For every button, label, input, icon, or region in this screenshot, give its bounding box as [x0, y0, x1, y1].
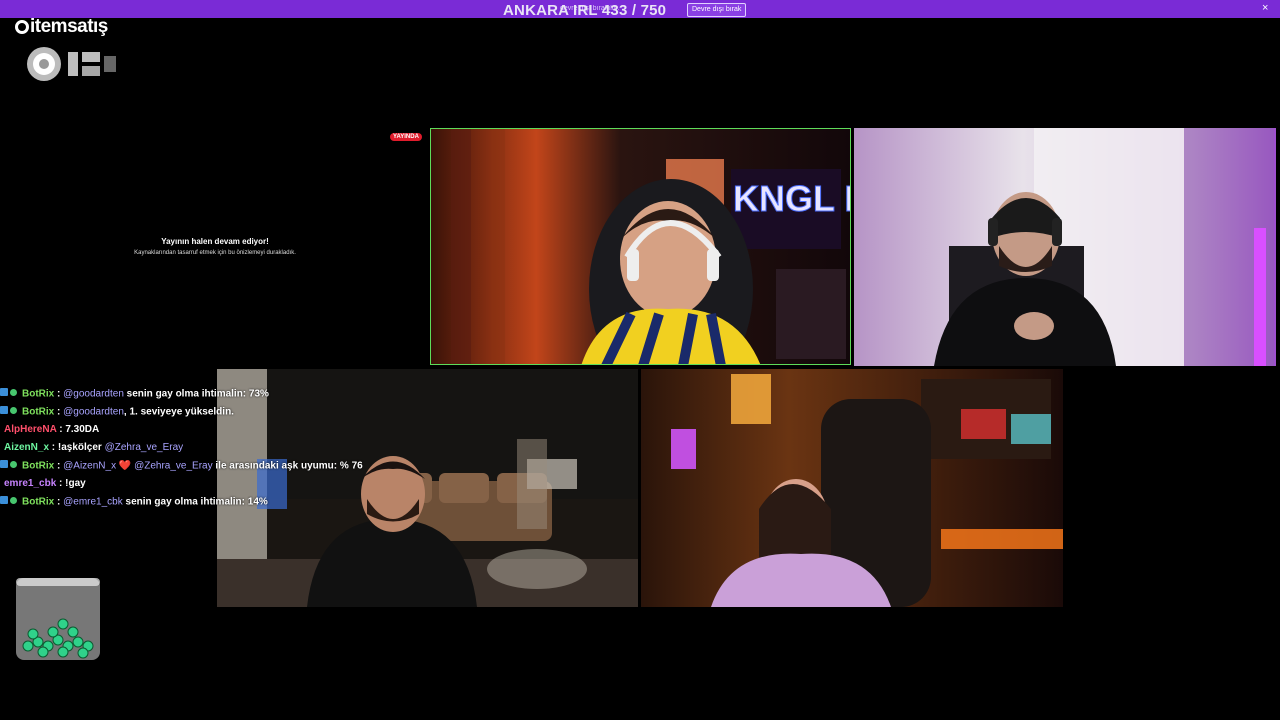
streamer-badge-logo: [27, 47, 116, 81]
verified-badge-icon: [10, 461, 17, 468]
chat-username: AlpHereNA: [4, 424, 57, 435]
chat-mention: @Zehra_ve_Eray: [104, 442, 184, 453]
verified-badge-icon: [10, 389, 17, 396]
bot-badge-icon: [0, 496, 8, 504]
chat-badges: [0, 457, 22, 475]
chat-text: senin gay olma ihtimalin: 14%: [122, 496, 268, 508]
chat-message: BotRix : @goodardten senin gay olma ihti…: [0, 385, 400, 403]
bot-badge-icon: [0, 388, 8, 396]
chat-username: BotRix: [22, 496, 55, 508]
disable-button[interactable]: Devre dışı bırak: [687, 3, 747, 17]
chat-username: emre1_cbk: [4, 478, 57, 489]
close-icon[interactable]: ×: [1262, 2, 1268, 14]
logo-ring-icon: [15, 20, 29, 34]
heart-icon: ❤️: [118, 460, 132, 472]
verified-badge-icon: [10, 497, 17, 504]
chat-text: 7.30DA: [65, 424, 100, 435]
verified-badge-icon: [10, 407, 17, 414]
chat-username: BotRix: [22, 460, 55, 472]
chat-text: senin gay olma ihtimalin: 73%: [123, 388, 269, 400]
chat-mention: @Zehra_ve_Eray: [134, 460, 213, 472]
itemsatis-logo: itemsatış: [15, 16, 108, 38]
chat-badges: [0, 493, 22, 511]
chat-badges: [0, 385, 22, 403]
chat-message: AizenN_x : !aşkölçer @Zehra_ve_Eray: [4, 442, 184, 453]
chat-message: emre1_cbk : !gay: [4, 478, 86, 489]
chat-text: !gay: [65, 478, 86, 489]
goal-counter: ANKARA IRL 433 / 750: [503, 2, 667, 19]
paused-subtitle: Kaynaklarından tasarruf etmek için bu ön…: [134, 250, 296, 256]
svg-text:KNGL MUSIC: KNGL MUSIC: [733, 178, 851, 219]
chat-mention: @goodardten: [63, 406, 124, 418]
camera-feed-2: [854, 128, 1276, 366]
chat-message: BotRix : @emre1_cbk senin gay olma ihtim…: [0, 493, 400, 511]
chat-username: BotRix: [22, 406, 55, 418]
paused-title: Yayının halen devam ediyor!: [161, 237, 269, 246]
chat-text: ile arasındaki aşk uyumu: % 76: [212, 460, 363, 472]
chat-mention: @AizenN_x: [63, 460, 117, 472]
bot-badge-icon: [0, 406, 8, 414]
chat-text: , 1. seviyeye yükseldin.: [123, 406, 234, 418]
chat-message: AlpHereNA : 7.30DA: [4, 424, 100, 435]
chat-username: BotRix: [22, 388, 55, 400]
bot-badge-icon: [0, 460, 8, 468]
camera-feed-1: KNGL MUSIC: [430, 128, 851, 365]
chat-username: AizenN_x: [4, 442, 50, 453]
chat-command: !aşkölçer: [57, 442, 105, 453]
goal-banner: devre dışı bırakıldı. ANKARA IRL 433 / 7…: [0, 0, 1280, 18]
chat-badges: [0, 403, 22, 421]
camera-feed-4: [641, 369, 1063, 607]
chat-mention: @goodardten: [63, 388, 124, 400]
chat-overlay: BotRix : @goodardten senin gay olma ihti…: [0, 385, 400, 511]
live-badge: YAYINDA: [390, 133, 422, 141]
chat-mention: @emre1_cbk: [63, 496, 123, 508]
gift-jar-widget: [16, 578, 100, 660]
chat-message: BotRix : @goodardten, 1. seviyeye yüksel…: [0, 403, 400, 421]
chat-message: BotRix : @AizenN_x ❤️ @Zehra_ve_Eray ile…: [0, 457, 400, 475]
